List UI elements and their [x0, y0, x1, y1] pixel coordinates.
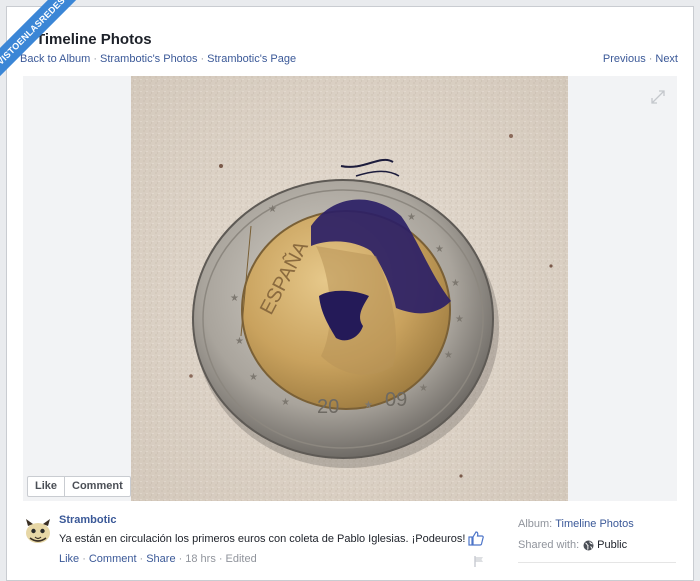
shared-with-label: Shared with:: [518, 539, 580, 551]
thumbs-up-icon: [468, 531, 485, 546]
next-link[interactable]: Next: [655, 53, 678, 65]
page-title: Timeline Photos: [36, 31, 152, 48]
globe-icon: [583, 540, 594, 550]
strambotic-page-link[interactable]: Strambotic's Page: [207, 53, 296, 65]
comment-photo-button[interactable]: Comment: [64, 477, 130, 496]
breadcrumb-separator: ·: [200, 53, 205, 65]
flag-icon[interactable]: [474, 556, 484, 567]
svg-text:★: ★: [419, 383, 428, 394]
breadcrumb-separator: ·: [93, 53, 97, 65]
svg-text:★: ★: [281, 397, 290, 408]
svg-text:★: ★: [364, 400, 373, 411]
post-actions: Like · Comment · Share · 18 hrs · Edited: [59, 553, 257, 565]
share-link[interactable]: Share: [146, 553, 175, 565]
svg-text:★: ★: [249, 372, 258, 383]
post-author[interactable]: Strambotic: [59, 514, 116, 526]
svg-text:★: ★: [407, 212, 416, 223]
like-photo-button[interactable]: Like: [28, 477, 64, 496]
avatar[interactable]: [24, 518, 52, 544]
album-label: Album:: [518, 518, 553, 530]
svg-text:★: ★: [268, 204, 277, 215]
svg-text:★: ★: [230, 293, 239, 304]
svg-text:★: ★: [451, 278, 460, 289]
action-separator: ·: [178, 553, 183, 565]
photo-info: Album: Timeline Photos Shared with: Publ…: [518, 514, 634, 555]
coin-photo[interactable]: ESPAÑA 20 09 ★ ★ ★ ★ ★ ★ ★ ★ ★ ★ ★ ★: [131, 76, 568, 501]
svg-text:★: ★: [235, 336, 244, 347]
action-separator: ·: [139, 553, 144, 565]
comment-link[interactable]: Comment: [89, 553, 137, 565]
post-caption-text: Ya están en circulación los primeros eur…: [59, 532, 466, 545]
photo-stage: ESPAÑA 20 09 ★ ★ ★ ★ ★ ★ ★ ★ ★ ★ ★ ★ Lik…: [23, 76, 677, 501]
svg-text:★: ★: [455, 314, 464, 325]
photo-pager: Previous · Next: [603, 53, 678, 65]
post-timestamp[interactable]: 18 hrs: [185, 553, 216, 565]
back-to-album-link[interactable]: Back to Album: [20, 53, 90, 65]
privacy-label[interactable]: Public: [594, 538, 627, 552]
coin-year-right: 09: [385, 389, 407, 411]
svg-text:★: ★: [435, 244, 444, 255]
strambotic-photos-link[interactable]: Strambotic's Photos: [100, 53, 197, 65]
album-link[interactable]: Timeline Photos: [552, 517, 633, 531]
photo-action-bar: Like Comment: [27, 476, 131, 497]
action-separator: ·: [82, 553, 86, 565]
edited-label[interactable]: Edited: [226, 553, 257, 565]
svg-text:★: ★: [444, 350, 453, 361]
action-separator: ·: [218, 553, 223, 565]
expand-icon[interactable]: [651, 90, 665, 104]
breadcrumb: Back to Album · Strambotic's Photos · Stramb…: [20, 53, 296, 65]
pager-separator: ·: [648, 53, 653, 65]
coin-year-left: 20: [317, 396, 339, 418]
divider: [518, 562, 676, 563]
post-caption: Ya están en circulación los primeros eur…: [59, 531, 485, 546]
previous-link[interactable]: Previous: [603, 53, 646, 65]
like-link[interactable]: Like: [59, 553, 79, 565]
